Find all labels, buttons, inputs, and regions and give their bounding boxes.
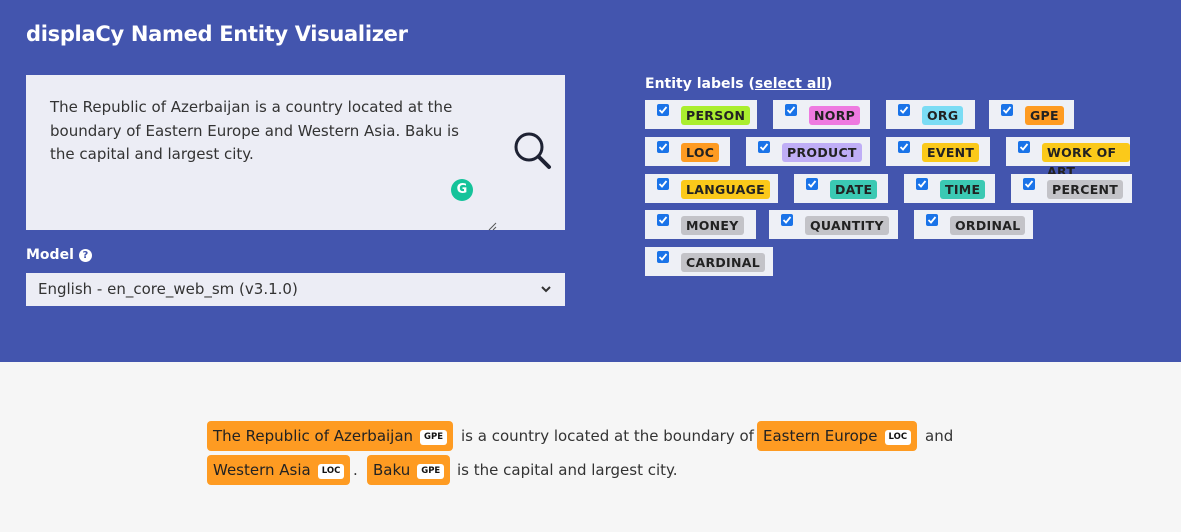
entity-tag: QUANTITY xyxy=(805,216,889,235)
page-title: displaCy Named Entity Visualizer xyxy=(26,22,408,46)
entity-tag: ORDINAL xyxy=(950,216,1026,235)
entity-tag: GPE xyxy=(1025,106,1064,125)
entity-span: Eastern Europe LOC xyxy=(757,421,918,451)
checkbox[interactable] xyxy=(916,178,928,190)
entity-span: The Republic of Azerbaijan GPE xyxy=(207,421,454,451)
entity-labels-paren: ) xyxy=(825,76,833,92)
output-text: is the capital and largest city. xyxy=(457,461,678,479)
model-select[interactable]: English - en_core_web_sm (v3.1.0) xyxy=(26,273,565,306)
entity-tag: LOC xyxy=(681,143,720,162)
entity-label-option-time[interactable]: TIME xyxy=(904,174,995,203)
output-text: and xyxy=(925,427,954,445)
entity-labels-heading: Entity labels (select all) xyxy=(645,76,832,92)
entity-tag: DATE xyxy=(830,180,878,199)
entity-label-option-money[interactable]: MONEY xyxy=(645,210,756,239)
input-text[interactable]: The Republic of Azerbaijan is a country … xyxy=(50,96,480,167)
entity-labels-title: Entity labels ( xyxy=(645,76,755,92)
entity-label-option-product[interactable]: PRODUCT xyxy=(746,137,870,166)
entity-tag: LANGUAGE xyxy=(681,180,770,199)
checkbox[interactable] xyxy=(785,104,797,116)
checkbox[interactable] xyxy=(806,178,818,190)
checkbox[interactable] xyxy=(898,141,910,153)
entity-label-option-event[interactable]: EVENT xyxy=(886,137,990,166)
search-icon[interactable] xyxy=(513,131,555,173)
output-text: is a country located at the boundary of xyxy=(461,427,754,445)
resize-handle-icon[interactable] xyxy=(487,216,497,231)
checkbox[interactable] xyxy=(657,104,669,116)
checkbox[interactable] xyxy=(1018,141,1030,153)
entity-label-option-norp[interactable]: NORP xyxy=(773,100,870,129)
entity-span: Baku GPE xyxy=(367,455,451,485)
entity-tag: TIME xyxy=(940,180,986,199)
entity-text: Western Asia xyxy=(213,461,311,479)
entity-label-badge: LOC xyxy=(317,464,345,479)
checkbox[interactable] xyxy=(657,141,669,153)
entity-label-option-quantity[interactable]: QUANTITY xyxy=(769,210,898,239)
checkbox[interactable] xyxy=(657,214,669,226)
model-label: Model ? xyxy=(26,247,92,263)
entity-tag: PERCENT xyxy=(1047,180,1124,199)
entity-label-option-loc[interactable]: LOC xyxy=(645,137,730,166)
entity-tag: WORK OF ART xyxy=(1042,143,1130,179)
checkbox[interactable] xyxy=(781,214,793,226)
entity-tag: PERSON xyxy=(681,106,751,125)
output-text: . xyxy=(353,461,358,479)
entity-span: Western Asia LOC xyxy=(207,455,351,485)
checkbox[interactable] xyxy=(657,251,669,263)
entity-text: Baku xyxy=(373,461,411,479)
chevron-down-icon xyxy=(541,286,551,293)
entity-label-option-cardinal[interactable]: CARDINAL xyxy=(645,247,773,276)
checkbox[interactable] xyxy=(1001,104,1013,116)
entity-label-option-date[interactable]: DATE xyxy=(794,174,888,203)
checkbox[interactable] xyxy=(758,141,770,153)
checkbox[interactable] xyxy=(1023,178,1035,190)
model-selected-value: English - en_core_web_sm (v3.1.0) xyxy=(38,280,298,298)
entity-label-option-ordinal[interactable]: ORDINAL xyxy=(914,210,1033,239)
entity-label-badge: LOC xyxy=(884,430,912,445)
select-all-link[interactable]: select all xyxy=(755,76,826,92)
entity-text: The Republic of Azerbaijan xyxy=(213,427,414,445)
help-icon[interactable]: ? xyxy=(78,248,92,262)
header-panel: displaCy Named Entity Visualizer The Rep… xyxy=(0,0,1181,362)
entity-tag: PRODUCT xyxy=(782,143,862,162)
entity-label-option-person[interactable]: PERSON xyxy=(645,100,757,129)
checkbox[interactable] xyxy=(898,104,910,116)
checkbox[interactable] xyxy=(926,214,938,226)
entity-tag: CARDINAL xyxy=(681,253,766,272)
entity-label-option-org[interactable]: ORG xyxy=(886,100,975,129)
checkbox[interactable] xyxy=(657,178,669,190)
entity-label-badge: GPE xyxy=(420,430,448,445)
entity-tag: MONEY xyxy=(681,216,744,235)
entity-text: Eastern Europe xyxy=(763,427,878,445)
entity-label-option-language[interactable]: LANGUAGE xyxy=(645,174,778,203)
grammarly-icon[interactable]: G xyxy=(451,179,473,201)
entity-label-badge: GPE xyxy=(417,464,445,479)
entity-label-option-gpe[interactable]: GPE xyxy=(989,100,1074,129)
entity-tag: EVENT xyxy=(922,143,980,162)
entity-label-option-work-of-art[interactable]: WORK OF ART xyxy=(1006,137,1130,179)
entity-tag: NORP xyxy=(809,106,861,125)
text-input-area[interactable]: The Republic of Azerbaijan is a country … xyxy=(26,75,565,231)
entity-tag: ORG xyxy=(922,106,964,125)
entity-label-option-percent[interactable]: PERCENT xyxy=(1011,174,1132,203)
model-label-text: Model xyxy=(26,247,74,263)
